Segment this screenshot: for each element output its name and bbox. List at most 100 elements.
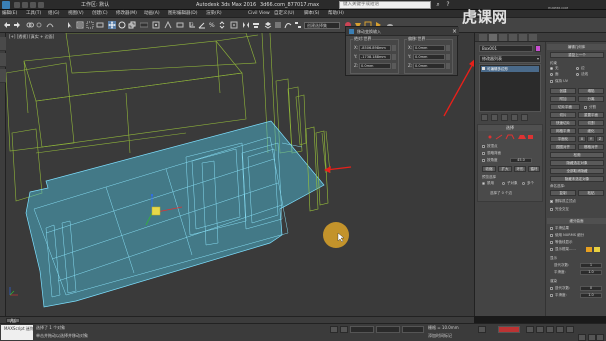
pivot-center-icon[interactable] [152, 21, 160, 29]
modify-tab-icon[interactable] [489, 34, 497, 41]
object-color-swatch[interactable] [535, 45, 541, 52]
paste-button[interactable]: 粘贴 [578, 190, 604, 196]
add-time-tag[interactable]: 添加时间标记 [428, 333, 452, 339]
bind-spacewarp-icon[interactable] [46, 21, 54, 29]
show-cage-checkbox[interactable] [550, 248, 553, 251]
cage-color-2[interactable] [594, 247, 600, 252]
modifier-stack[interactable]: 可编辑多边形 [479, 64, 541, 112]
select-move-icon[interactable] [108, 21, 116, 29]
workspace-selector[interactable]: 工作区: 默认 [81, 1, 109, 9]
tessellate-button[interactable]: 细化 [578, 128, 604, 134]
redo-icon[interactable] [22, 2, 28, 8]
curve-editor-icon[interactable] [284, 21, 292, 29]
maxscript-listener[interactable]: MAXScript 迷你 [1, 325, 34, 340]
snaps-toggle-icon[interactable]: 3 [188, 21, 196, 29]
copy-button[interactable]: 复制 [550, 190, 576, 196]
modifier-list-dropdown[interactable]: 修改器列表 ▾ [479, 55, 541, 63]
viewport-label[interactable]: [+] [透视] [真实 + 边面] [9, 34, 54, 40]
menu-edit[interactable]: 编辑(E) [2, 10, 17, 18]
menu-scripting[interactable]: 脚本(S) [304, 10, 319, 18]
smooth-result-checkbox[interactable] [550, 227, 553, 230]
grid-align-button[interactable]: 栅格对齐 [578, 144, 604, 150]
full-interactivity-checkbox[interactable] [550, 208, 553, 211]
constraint-edge-radio[interactable] [576, 67, 579, 70]
menu-help[interactable]: 帮助(H) [328, 10, 344, 18]
render-iterations-checkbox[interactable] [550, 287, 553, 290]
detach-button[interactable]: 分离 [578, 96, 604, 102]
delete-isolated-checkbox[interactable] [550, 200, 553, 203]
help-icon[interactable]: ? [444, 1, 452, 9]
menu-rendering[interactable]: 渲染(R) [206, 10, 222, 18]
shrink-button[interactable]: 收缩 [482, 166, 496, 172]
cage-color-1[interactable] [586, 247, 592, 252]
view-align-button[interactable]: 视图对齐 [550, 144, 576, 150]
utilities-tab-icon[interactable] [529, 34, 537, 41]
prev-frame-icon[interactable] [536, 326, 544, 333]
render-iterations-field[interactable]: 0 [580, 286, 602, 291]
menu-civil-view[interactable]: Civil View [248, 10, 270, 18]
remove-modifier-icon[interactable] [511, 114, 518, 121]
zoom-icon[interactable] [578, 334, 586, 341]
align-icon[interactable] [252, 21, 260, 29]
orbit-icon[interactable] [596, 334, 604, 341]
repeat-last-button[interactable]: 重复上一个 [550, 52, 604, 58]
lock-selection-icon[interactable] [330, 326, 338, 333]
save-icon[interactable] [30, 2, 36, 8]
cut-button[interactable]: 切割 [578, 120, 604, 126]
reset-plane-button[interactable]: 重置平面 [578, 112, 604, 118]
menu-views[interactable]: 视图(V) [68, 10, 84, 18]
schematic-view-icon[interactable] [294, 21, 302, 29]
keyboard-shortcut-icon[interactable] [176, 21, 184, 29]
absolute-z-field[interactable]: 0.0mm [359, 63, 391, 69]
hierarchy-tab-icon[interactable] [499, 34, 507, 41]
planar-x-button[interactable]: X [578, 136, 586, 142]
redo-icon[interactable] [13, 21, 21, 29]
select-by-name-icon[interactable] [76, 21, 84, 29]
play-icon[interactable] [546, 326, 554, 333]
stack-item-editable-poly[interactable]: 可编辑多边形 [481, 66, 539, 72]
loop-button[interactable]: 循环 [528, 166, 540, 172]
menu-graph-editors[interactable]: 图形编辑器(D) [168, 10, 197, 18]
edit-geometry-header[interactable]: 编辑几何体 [547, 44, 606, 50]
make-unique-icon[interactable] [501, 114, 508, 121]
auto-key-button[interactable] [478, 326, 486, 333]
constraint-none-radio[interactable] [550, 67, 553, 70]
spinner-snap-icon[interactable] [218, 21, 226, 29]
object-name-field[interactable]: Box001 [479, 45, 533, 52]
unhide-all-button[interactable]: 全部取消隐藏 [550, 168, 604, 174]
time-slider[interactable]: 0 / 100 [0, 316, 474, 325]
selection-rollout-header[interactable]: 选择 [478, 125, 542, 131]
ring-button[interactable]: 环形 [514, 166, 526, 172]
select-object-icon[interactable] [66, 21, 74, 29]
next-frame-icon[interactable] [556, 326, 564, 333]
preserve-uv-checkbox[interactable] [550, 80, 553, 83]
absolute-z-spinner[interactable] [392, 63, 396, 69]
select-rotate-icon[interactable] [118, 21, 126, 29]
search-icon[interactable]: ⌕ [434, 1, 442, 9]
coord-z-field[interactable] [402, 326, 424, 333]
attach-button[interactable]: 附加 [550, 96, 576, 102]
preview-disabled-radio[interactable] [482, 182, 485, 185]
isoline-checkbox[interactable] [550, 241, 553, 244]
display-tab-icon[interactable] [519, 34, 527, 41]
by-vertex-checkbox[interactable] [482, 145, 485, 148]
iterations-field[interactable]: 1 [580, 263, 602, 268]
quickslice-button[interactable]: 快速切片 [550, 120, 576, 126]
use-nurms-checkbox[interactable] [550, 234, 553, 237]
render-smoothness-checkbox[interactable] [550, 294, 553, 297]
render-smoothness-field[interactable]: 1.0 [580, 293, 602, 298]
menu-customize[interactable]: 自定义(U) [274, 10, 294, 18]
pan-icon[interactable] [588, 334, 596, 341]
slice-plane-button[interactable]: 切片平面 [550, 104, 580, 110]
pin-stack-icon[interactable] [481, 114, 488, 121]
ignore-backfacing-checkbox[interactable] [482, 152, 485, 155]
angle-field[interactable]: 45.0 [510, 158, 532, 163]
absolute-y-field[interactable]: -1738.188mm [359, 54, 391, 60]
close-icon[interactable]: × [452, 27, 457, 36]
create-button[interactable]: 创建 [550, 88, 576, 94]
absolute-x-spinner[interactable] [392, 45, 396, 51]
layer-explorer-icon[interactable] [264, 21, 272, 29]
create-tab-icon[interactable] [479, 34, 487, 41]
named-selection-set-field[interactable]: 创建选择集 [304, 22, 340, 29]
smoothness-field[interactable]: 1.0 [580, 270, 602, 275]
